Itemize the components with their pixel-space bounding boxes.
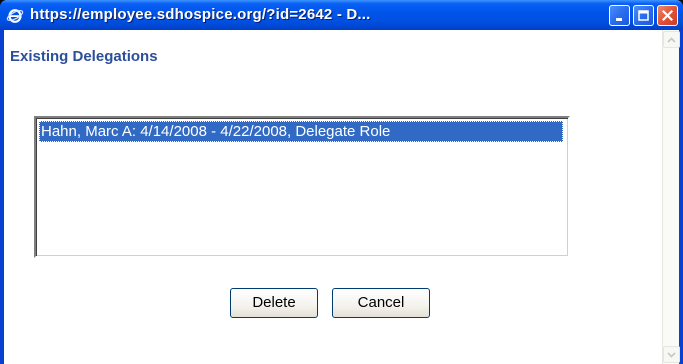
- window-title: https://employee.sdhospice.org/?id=2642 …: [30, 6, 371, 23]
- ie-icon: [6, 9, 24, 23]
- scroll-down-button[interactable]: [663, 346, 680, 363]
- delete-button[interactable]: Delete: [230, 288, 318, 318]
- dialog-content: Existing Delegations Hahn, Marc A: 4/14/…: [4, 30, 680, 364]
- chevron-down-icon: [667, 351, 676, 358]
- close-button[interactable]: [657, 5, 678, 26]
- title-bar[interactable]: https://employee.sdhospice.org/?id=2642 …: [0, 0, 683, 30]
- page-title: Existing Delegations: [10, 48, 158, 65]
- cancel-button[interactable]: Cancel: [332, 288, 430, 318]
- chevron-up-icon: [667, 36, 676, 43]
- popup-window: https://employee.sdhospice.org/?id=2642 …: [0, 0, 683, 364]
- minimize-button[interactable]: [609, 5, 630, 26]
- delegation-item[interactable]: Hahn, Marc A: 4/14/2008 - 4/22/2008, Del…: [39, 121, 563, 142]
- minimize-icon: [616, 18, 622, 21]
- delegations-listbox[interactable]: Hahn, Marc A: 4/14/2008 - 4/22/2008, Del…: [34, 116, 570, 258]
- vertical-scrollbar[interactable]: [662, 30, 680, 364]
- close-icon: [661, 9, 674, 22]
- scroll-up-button[interactable]: [663, 31, 680, 48]
- maximize-button[interactable]: [633, 5, 654, 26]
- maximize-icon: [638, 10, 649, 21]
